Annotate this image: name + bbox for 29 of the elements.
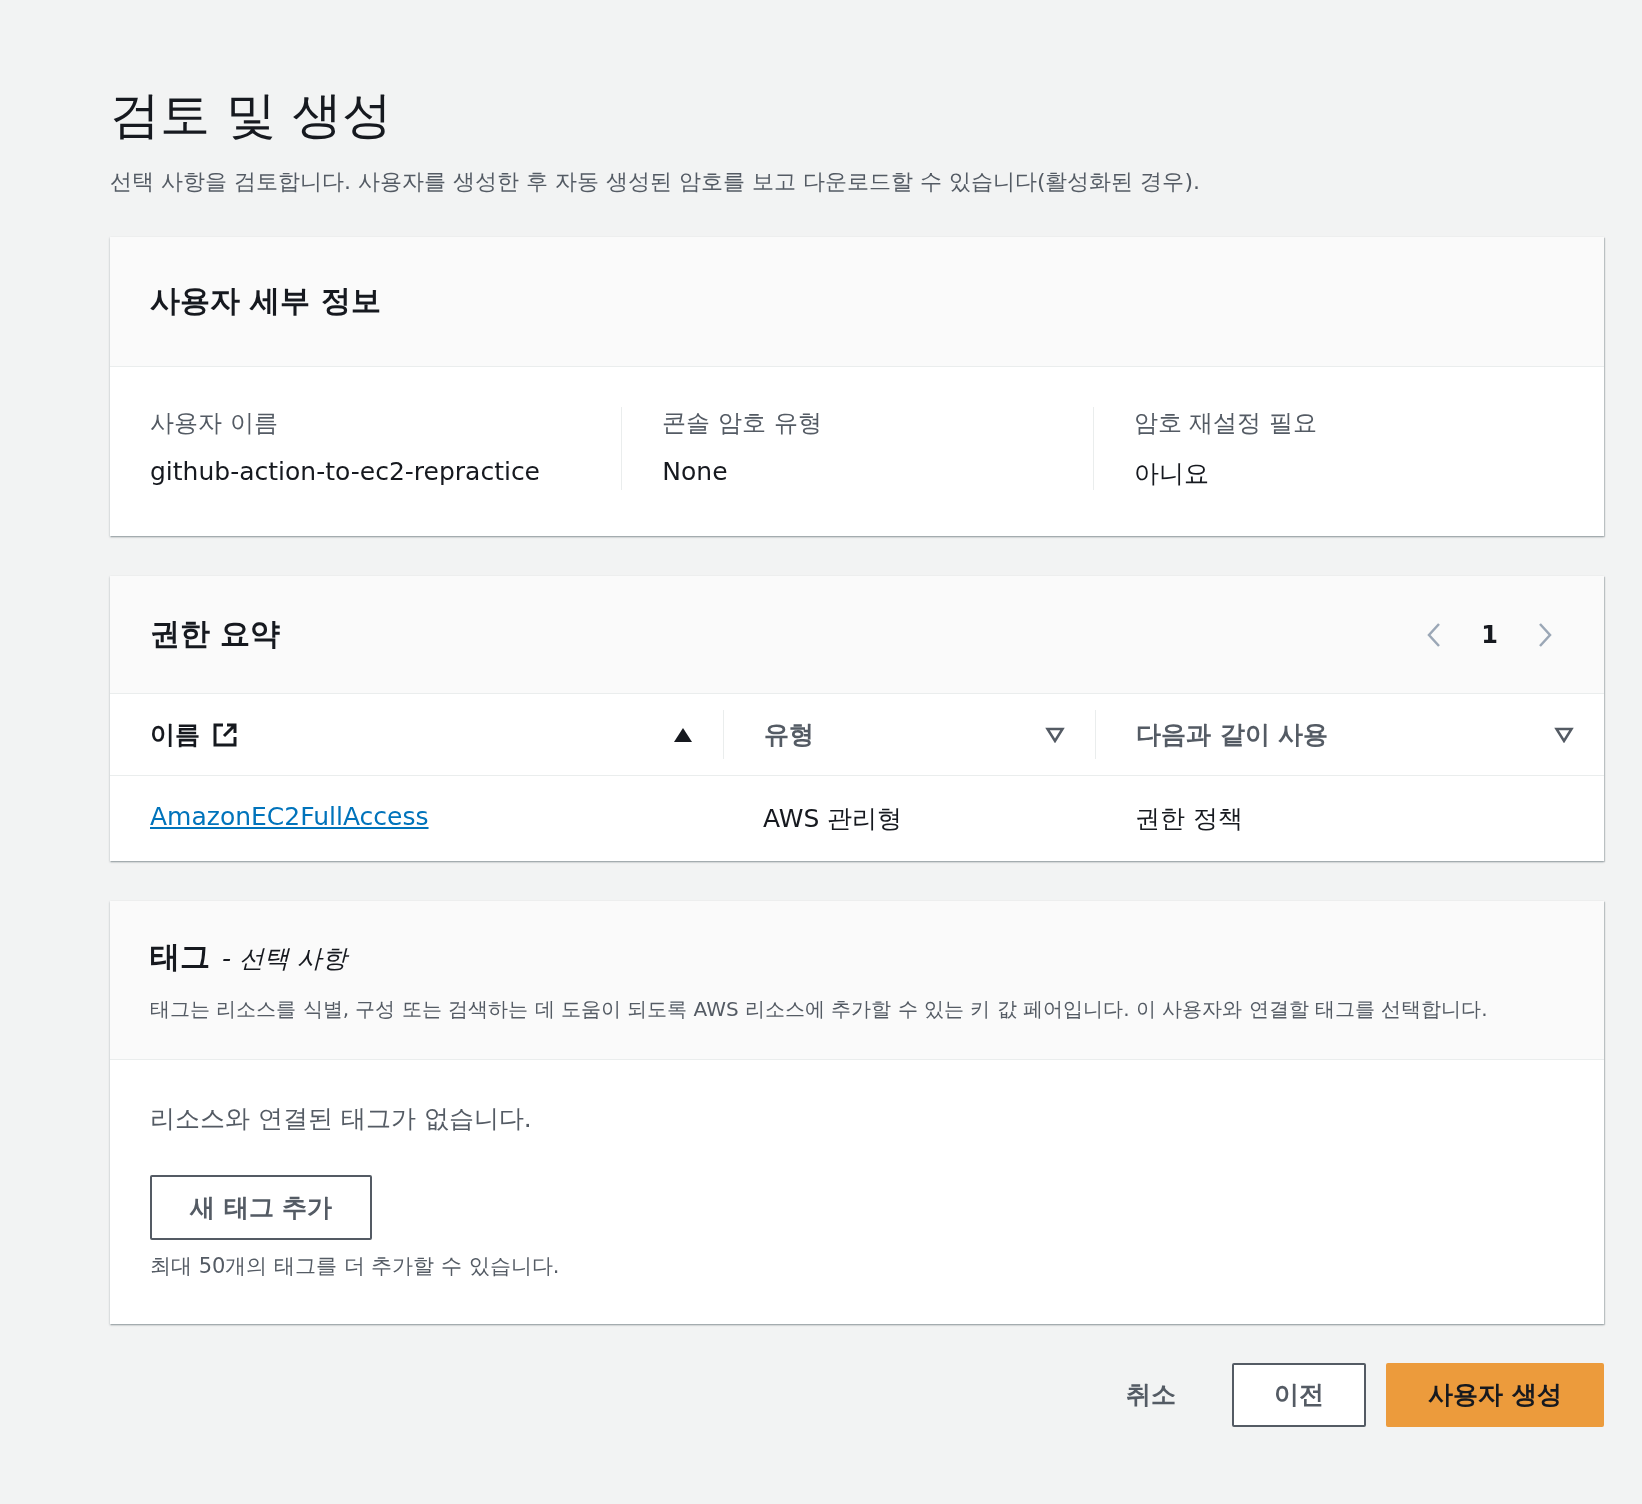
hint-text: 최대 50개의 태그를 더 추가할 수 있습니다.: [150, 1253, 561, 1280]
field-value: github-action-to-ec2-repractice: [150, 457, 541, 486]
field-value: 아니요: [1133, 458, 1210, 490]
column-header[interactable]: 이름: [150, 718, 200, 751]
table-cell: 권한 정책: [1135, 804, 1243, 833]
field-label: 사용자 이름: [150, 408, 279, 439]
add-tag-button[interactable]: 새 태그 추가: [150, 1175, 373, 1240]
field-label: 콘솔 암호 유형: [662, 408, 823, 439]
previous-button[interactable]: 이전: [1232, 1362, 1367, 1427]
sort-icon[interactable]: [1045, 726, 1065, 743]
column-header[interactable]: 다음과 같이 사용: [1136, 718, 1329, 751]
sort-icon[interactable]: [1554, 726, 1574, 743]
cancel-button[interactable]: 취소: [1090, 1362, 1213, 1427]
tags-description: 태그는 리소스를 식별, 구성 또는 검색하는 데 도움이 되도록 AWS 리소스에 추가할 수 있는 키 값 페어입니다. 이 사용자와 연결할 태그를 선택합니다.: [150, 996, 1489, 1023]
page-number[interactable]: 1: [1481, 620, 1498, 649]
card-title: 사용자 세부 정보: [150, 282, 382, 320]
card-title: 태그: [150, 938, 210, 976]
table-cell: AWS 관리형: [763, 804, 903, 833]
page-description: 선택 사항을 검토합니다. 사용자를 생성한 후 자동 생성된 암호를 보고 다운로드할 수 있습니다(활성화된 경우).: [110, 168, 1202, 196]
create-user-button[interactable]: 사용자 생성: [1386, 1362, 1604, 1427]
page-title: 검토 및 생성: [110, 85, 393, 146]
sort-ascending-icon[interactable]: [673, 726, 693, 743]
policy-link[interactable]: AmazonEC2FullAccess: [150, 802, 429, 831]
column-header[interactable]: 유형: [764, 718, 814, 751]
field-label: 암호 재설정 필요: [1133, 408, 1318, 439]
field-value: None: [662, 457, 729, 486]
card-title: 권한 요약: [150, 615, 281, 653]
external-link-icon[interactable]: [212, 721, 238, 748]
empty-message: 리소스와 연결된 태그가 없습니다.: [150, 1103, 533, 1135]
